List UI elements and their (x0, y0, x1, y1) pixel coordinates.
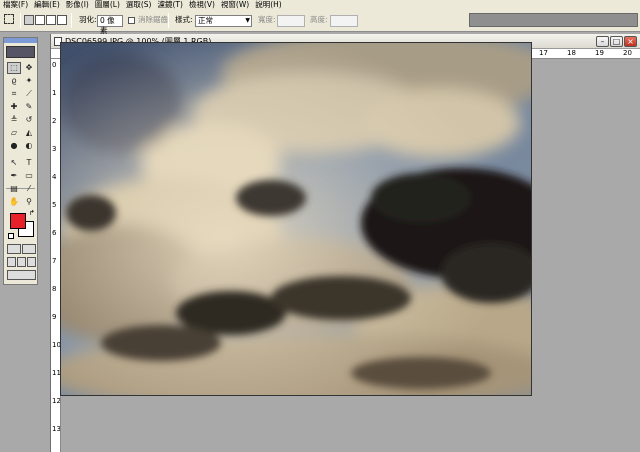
width-label: 寬度: (258, 15, 276, 24)
history-brush-icon[interactable]: ↺ (22, 114, 36, 126)
blur-tool-icon[interactable]: ● (7, 140, 21, 152)
type-tool-icon[interactable]: T (22, 157, 36, 169)
imageready-jump-icon[interactable] (7, 270, 36, 280)
add-selection-icon[interactable] (35, 15, 45, 25)
slice-tool-icon[interactable]: ⟋ (22, 88, 36, 100)
screen-mode-standard-icon[interactable] (7, 257, 16, 267)
ruler-label: 20 (623, 49, 632, 57)
quickmask-mode-icon[interactable] (22, 244, 36, 254)
style-select-value: 正常 (198, 16, 213, 25)
menu-item[interactable]: 圖層(L) (92, 0, 123, 10)
dodge-tool-icon[interactable]: ◐ (22, 140, 36, 152)
swap-colors-icon[interactable]: ↱ (29, 210, 35, 217)
maximize-button[interactable]: □ (610, 36, 623, 47)
menu-item[interactable]: 檔案(F) (0, 0, 31, 10)
marquee-preset-icon[interactable] (4, 14, 14, 24)
divider (168, 13, 169, 28)
palette-well[interactable] (469, 13, 638, 27)
ruler-label: 7 (52, 257, 57, 265)
magic-wand-icon[interactable]: ✦ (22, 75, 36, 87)
toolbox: ↱ ⬚ ✥ ϱ ✦ ⌗ ⟋ ✚ ✎ ≜ ↺ ▱ ◭ ● ◐ ↖ T ✒ ▭ ▤ ⁄ ✋ ⚲ (3, 37, 38, 285)
width-input[interactable] (277, 15, 305, 27)
style-select[interactable]: 正常 ▼ (195, 15, 252, 27)
toolbox-header[interactable] (4, 38, 37, 43)
screen-mode-full-icon[interactable] (27, 257, 36, 267)
menu-item[interactable]: 選取(S) (123, 0, 155, 10)
ruler-label: 13 (52, 425, 61, 433)
ruler-label: 0 (52, 61, 57, 69)
menu-item[interactable]: 編輯(E) (31, 0, 63, 10)
ruler-label: 2 (52, 117, 57, 125)
brush-tool-icon[interactable]: ✎ (22, 101, 36, 113)
ruler-label: 17 (539, 49, 548, 57)
ruler-label: 6 (52, 229, 57, 237)
crop-tool-icon[interactable]: ⌗ (7, 88, 21, 100)
default-colors-icon[interactable] (8, 233, 14, 239)
ruler-label: 5 (52, 201, 57, 209)
height-input[interactable] (330, 15, 358, 27)
antialias-checkbox[interactable] (128, 17, 135, 24)
options-bar: 羽化: 0 像素 消除鋸齒 樣式: 正常 ▼ 寬度: 高度: (0, 10, 640, 35)
divider (71, 13, 72, 28)
move-tool-icon[interactable]: ✥ (22, 62, 36, 74)
subtract-selection-icon[interactable] (46, 15, 56, 25)
menu-bar: 檔案(F) 編輯(E) 影像(I) 圖層(L) 選取(S) 濾鏡(T) 檢視(V) 視窗(W)… (0, 0, 640, 10)
feather-label: 羽化: (79, 15, 97, 24)
ruler-label: 19 (595, 49, 604, 57)
screen-mode-menubar-icon[interactable] (17, 257, 26, 267)
ruler-label: 4 (52, 173, 57, 181)
zoom-tool-icon[interactable]: ⚲ (22, 196, 36, 208)
feather-input[interactable]: 0 像素 (97, 15, 123, 35)
new-selection-icon[interactable] (24, 15, 34, 25)
antialias-label: 消除鋸齒 (138, 15, 168, 24)
shape-tool-icon[interactable]: ▭ (22, 170, 36, 182)
image-canvas[interactable] (60, 42, 532, 396)
menu-item[interactable]: 視窗(W) (218, 0, 252, 10)
paint-bucket-icon[interactable]: ◭ (22, 127, 36, 139)
hand-tool-icon[interactable]: ✋ (7, 196, 21, 208)
intersect-selection-icon[interactable] (57, 15, 67, 25)
style-label: 樣式: (175, 15, 193, 24)
cloud-photo (61, 43, 531, 395)
ruler-label: 3 (52, 145, 57, 153)
ruler-label: 9 (52, 313, 57, 321)
marquee-tool-icon[interactable]: ⬚ (7, 62, 21, 74)
ruler-label: 8 (52, 285, 57, 293)
divider (20, 13, 21, 28)
ruler-label: 12 (52, 397, 61, 405)
chevron-down-icon: ▼ (245, 17, 250, 24)
ruler-label: 18 (567, 49, 576, 57)
adobe-logo-icon[interactable] (6, 46, 35, 58)
pen-tool-icon[interactable]: ✒ (7, 170, 21, 182)
clone-stamp-icon[interactable]: ≜ (7, 114, 21, 126)
healing-brush-icon[interactable]: ✚ (7, 101, 21, 113)
standard-mode-icon[interactable] (7, 244, 21, 254)
path-select-icon[interactable]: ↖ (7, 157, 21, 169)
eyedropper-icon[interactable]: ⁄ (22, 183, 36, 195)
menu-item[interactable]: 影像(I) (63, 0, 92, 10)
minimize-button[interactable]: – (596, 36, 609, 47)
height-label: 高度: (310, 15, 328, 24)
menu-item[interactable]: 說明(H) (252, 0, 285, 10)
eraser-tool-icon[interactable]: ▱ (7, 127, 21, 139)
foreground-color-swatch[interactable] (10, 213, 26, 229)
menu-item[interactable]: 濾鏡(T) (155, 0, 186, 10)
notes-tool-icon[interactable]: ▤ (7, 183, 21, 195)
lasso-tool-icon[interactable]: ϱ (7, 75, 21, 87)
ruler-label: 1 (52, 89, 57, 97)
menu-item[interactable]: 檢視(V) (186, 0, 218, 10)
close-button[interactable]: × (624, 36, 637, 47)
